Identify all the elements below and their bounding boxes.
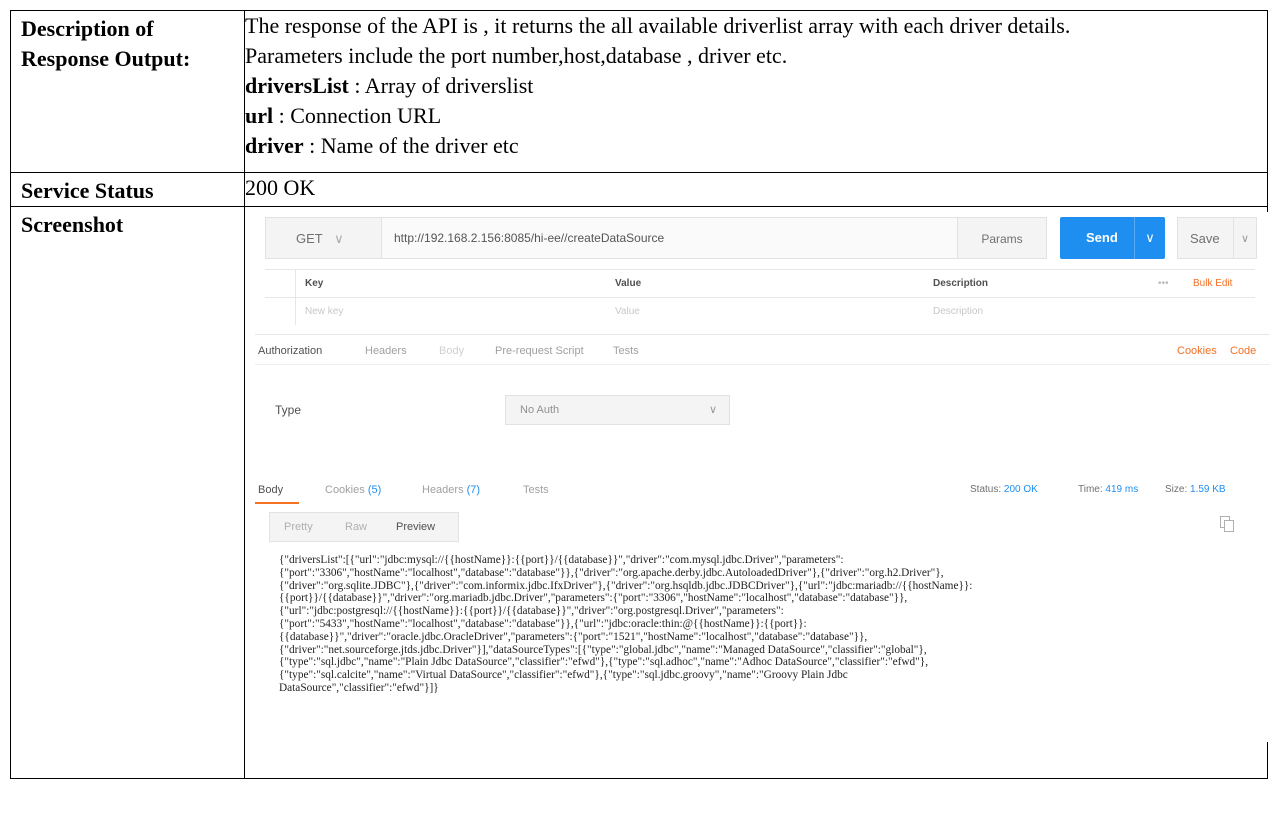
api-doc-table: Description of Response Output: The resp… (10, 10, 1270, 779)
field-desc: : Array of driverslist (348, 73, 534, 98)
cookies-count: (5) (367, 484, 382, 496)
new-value-input[interactable]: Value (615, 306, 640, 317)
new-key-input[interactable]: New key (305, 306, 343, 317)
headers-count: (7) (466, 484, 481, 496)
description-intro: The response of the API is , it returns … (245, 13, 1071, 38)
save-button[interactable]: Save ∨ (1177, 217, 1257, 259)
field-driver: driver : Name of the driver etc (245, 131, 1267, 161)
response-tabs: Body Cookies (5) Headers (7) Tests Statu… (255, 474, 1270, 504)
field-name: driver (245, 133, 304, 158)
description-header: Description (933, 278, 989, 289)
key-header: Key (305, 278, 324, 289)
view-preview[interactable]: Preview (396, 521, 435, 533)
tab-cookies[interactable]: Cookies (5) (325, 484, 381, 496)
tab-headers[interactable]: Headers (365, 345, 407, 357)
auth-type-value: No Auth (520, 404, 560, 416)
field-name: url (245, 103, 274, 128)
tab-response-tests[interactable]: Tests (523, 484, 549, 496)
time-value: 419 ms (1105, 484, 1139, 495)
params-new-row: New key Value Description (265, 297, 1255, 325)
send-button[interactable]: Send ∨ (1060, 217, 1165, 259)
more-icon[interactable]: ••• (1158, 278, 1169, 289)
params-header-row: Key Value Description ••• Bulk Edit (265, 269, 1255, 297)
request-tabs: Authorization Headers Body Pre-request S… (255, 334, 1270, 367)
method-select[interactable]: GET ∨ (265, 217, 382, 259)
send-label: Send (1086, 230, 1118, 245)
value-header: Value (615, 278, 642, 289)
tab-response-body[interactable]: Body (258, 484, 283, 496)
auth-type-select[interactable]: No Auth ∨ (505, 395, 730, 425)
status-info: Status: 200 OK (970, 484, 1038, 495)
url-input[interactable]: http://192.168.2.156:8085/hi-ee//createD… (382, 217, 967, 259)
field-driverslist: driversList : Array of driverslist (245, 71, 1267, 101)
params-table: Key Value Description ••• Bulk Edit New … (265, 269, 1255, 329)
description-row: Description of Response Output: The resp… (10, 10, 1268, 173)
bulk-edit-link[interactable]: Bulk Edit (1193, 278, 1232, 289)
size-info: Size: 1.59 KB (1165, 484, 1226, 495)
view-pretty[interactable]: Pretty (284, 521, 313, 533)
field-name: driversList (245, 73, 349, 98)
size-value: 1.59 KB (1190, 484, 1226, 495)
field-url: url : Connection URL (245, 101, 1267, 131)
status-label: Service Status (21, 178, 154, 203)
view-mode-group: Pretty Raw Preview (269, 512, 459, 542)
auth-type-label: Type (275, 403, 302, 417)
view-raw[interactable]: Raw (345, 521, 367, 533)
response-body: {"driversList":[{"url":"jdbc:mysql://{{h… (279, 554, 973, 694)
active-tab-indicator (255, 502, 299, 504)
size-label: Size: (1165, 484, 1188, 495)
auth-panel: Type No Auth ∨ (255, 364, 1270, 445)
new-description-input[interactable]: Description (933, 306, 983, 317)
description-label: Description of Response Output: (21, 16, 191, 71)
chevron-down-icon: ∨ (708, 404, 717, 416)
time-info: Time: 419 ms (1078, 484, 1138, 495)
field-desc: : Name of the driver etc (303, 133, 519, 158)
status-label: Status: (970, 484, 1002, 495)
request-bar: GET ∨ http://192.168.2.156:8085/hi-ee//c… (265, 217, 1257, 259)
status-value: 200 OK (1003, 484, 1038, 495)
postman-screenshot: GET ∨ http://192.168.2.156:8085/hi-ee//c… (255, 212, 1270, 742)
status-row: Service Status 200 OK (10, 172, 1268, 207)
time-label: Time: (1078, 484, 1103, 495)
chevron-down-icon[interactable]: ∨ (1134, 217, 1165, 259)
method-label: GET (296, 231, 323, 246)
save-label: Save (1190, 231, 1220, 246)
tab-pre-request-script[interactable]: Pre-request Script (495, 345, 584, 357)
code-link[interactable]: Code (1230, 345, 1256, 357)
description-params: Parameters include the port number,host,… (245, 43, 788, 68)
copy-icon[interactable] (1220, 516, 1234, 532)
field-desc: : Connection URL (273, 103, 442, 128)
tab-response-headers[interactable]: Headers (7) (422, 484, 480, 496)
screenshot-row: Screenshot GET ∨ http://192.168.2.156:80… (10, 206, 1270, 779)
chevron-down-icon[interactable]: ∨ (1233, 218, 1256, 258)
tab-authorization[interactable]: Authorization (258, 345, 322, 357)
chevron-down-icon: ∨ (334, 231, 344, 246)
tab-cookies-label: Cookies (325, 484, 365, 496)
status-value: 200 OK (245, 175, 316, 200)
cookies-link[interactable]: Cookies (1177, 345, 1217, 357)
tab-headers-label: Headers (422, 484, 464, 496)
params-button[interactable]: Params (957, 217, 1047, 259)
tab-tests[interactable]: Tests (613, 345, 639, 357)
screenshot-label: Screenshot (21, 212, 124, 237)
tab-body[interactable]: Body (439, 345, 464, 357)
